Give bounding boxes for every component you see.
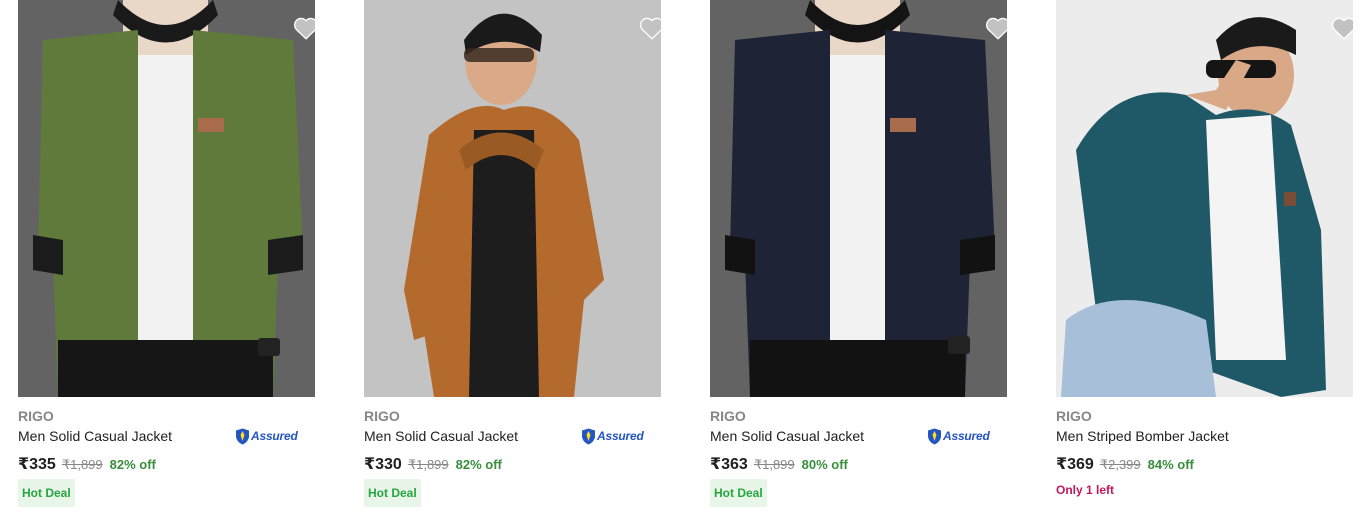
discount-percent: 84% off <box>1147 457 1194 472</box>
hot-deal-badge: Hot Deal <box>364 479 421 507</box>
assured-label: Assured <box>597 429 644 443</box>
product-image[interactable] <box>1056 0 1353 397</box>
selling-price: ₹369 <box>1056 456 1094 473</box>
heart-icon <box>1331 17 1353 40</box>
wishlist-button[interactable] <box>985 16 1007 40</box>
product-brand: RIGO <box>710 408 746 424</box>
brown-hooded-jacket-photo <box>364 0 661 397</box>
assured-badge: Assured <box>581 427 644 445</box>
product-card[interactable]: RIGO Men Striped Bomber Jacket ₹369 ₹2,3… <box>1056 0 1356 515</box>
wishlist-button[interactable] <box>1331 16 1353 40</box>
hot-deal-badge: Hot Deal <box>18 479 75 507</box>
heart-icon <box>293 17 315 40</box>
low-stock-note: Only 1 left <box>1056 483 1115 497</box>
teal-bomber-jacket-photo <box>1056 0 1353 397</box>
product-card[interactable]: RIGO Men Solid Casual Jacket Assured ₹33… <box>364 0 664 515</box>
heart-icon <box>985 17 1007 40</box>
heart-icon <box>639 17 661 40</box>
hot-deal-badge: Hot Deal <box>710 479 767 507</box>
olive-green-jacket-photo <box>18 0 315 397</box>
product-card[interactable]: RIGO Men Solid Casual Jacket Assured ₹33… <box>18 0 318 515</box>
wishlist-button[interactable] <box>639 16 661 40</box>
wishlist-button[interactable] <box>293 16 315 40</box>
assured-badge: Assured <box>927 427 990 445</box>
product-title[interactable]: Men Solid Casual Jacket <box>710 428 864 444</box>
assured-label: Assured <box>251 429 298 443</box>
discount-percent: 82% off <box>455 457 502 472</box>
navy-jacket-photo <box>710 0 1007 397</box>
price-row: ₹363 ₹1,899 80% off <box>710 454 848 474</box>
original-price: ₹2,399 <box>1099 457 1141 472</box>
product-title[interactable]: Men Striped Bomber Jacket <box>1056 428 1229 444</box>
product-brand: RIGO <box>18 408 54 424</box>
price-row: ₹335 ₹1,899 82% off <box>18 454 156 474</box>
product-title[interactable]: Men Solid Casual Jacket <box>18 428 172 444</box>
assured-badge: Assured <box>235 427 298 445</box>
selling-price: ₹330 <box>364 456 402 473</box>
discount-percent: 80% off <box>801 457 848 472</box>
original-price: ₹1,899 <box>61 457 103 472</box>
assured-shield-icon <box>582 428 595 444</box>
assured-label: Assured <box>943 429 990 443</box>
selling-price: ₹363 <box>710 456 748 473</box>
price-row: ₹369 ₹2,399 84% off <box>1056 454 1194 474</box>
assured-shield-icon <box>236 428 249 444</box>
original-price: ₹1,899 <box>753 457 795 472</box>
product-title[interactable]: Men Solid Casual Jacket <box>364 428 518 444</box>
product-brand: RIGO <box>364 408 400 424</box>
price-row: ₹330 ₹1,899 82% off <box>364 454 502 474</box>
original-price: ₹1,899 <box>407 457 449 472</box>
selling-price: ₹335 <box>18 456 56 473</box>
product-grid: RIGO Men Solid Casual Jacket Assured ₹33… <box>0 0 1370 515</box>
discount-percent: 82% off <box>109 457 156 472</box>
assured-shield-icon <box>928 428 941 444</box>
product-brand: RIGO <box>1056 408 1092 424</box>
product-card[interactable]: RIGO Men Solid Casual Jacket Assured ₹36… <box>710 0 1010 515</box>
product-image[interactable] <box>710 0 1007 397</box>
product-image[interactable] <box>364 0 661 397</box>
product-image[interactable] <box>18 0 315 397</box>
